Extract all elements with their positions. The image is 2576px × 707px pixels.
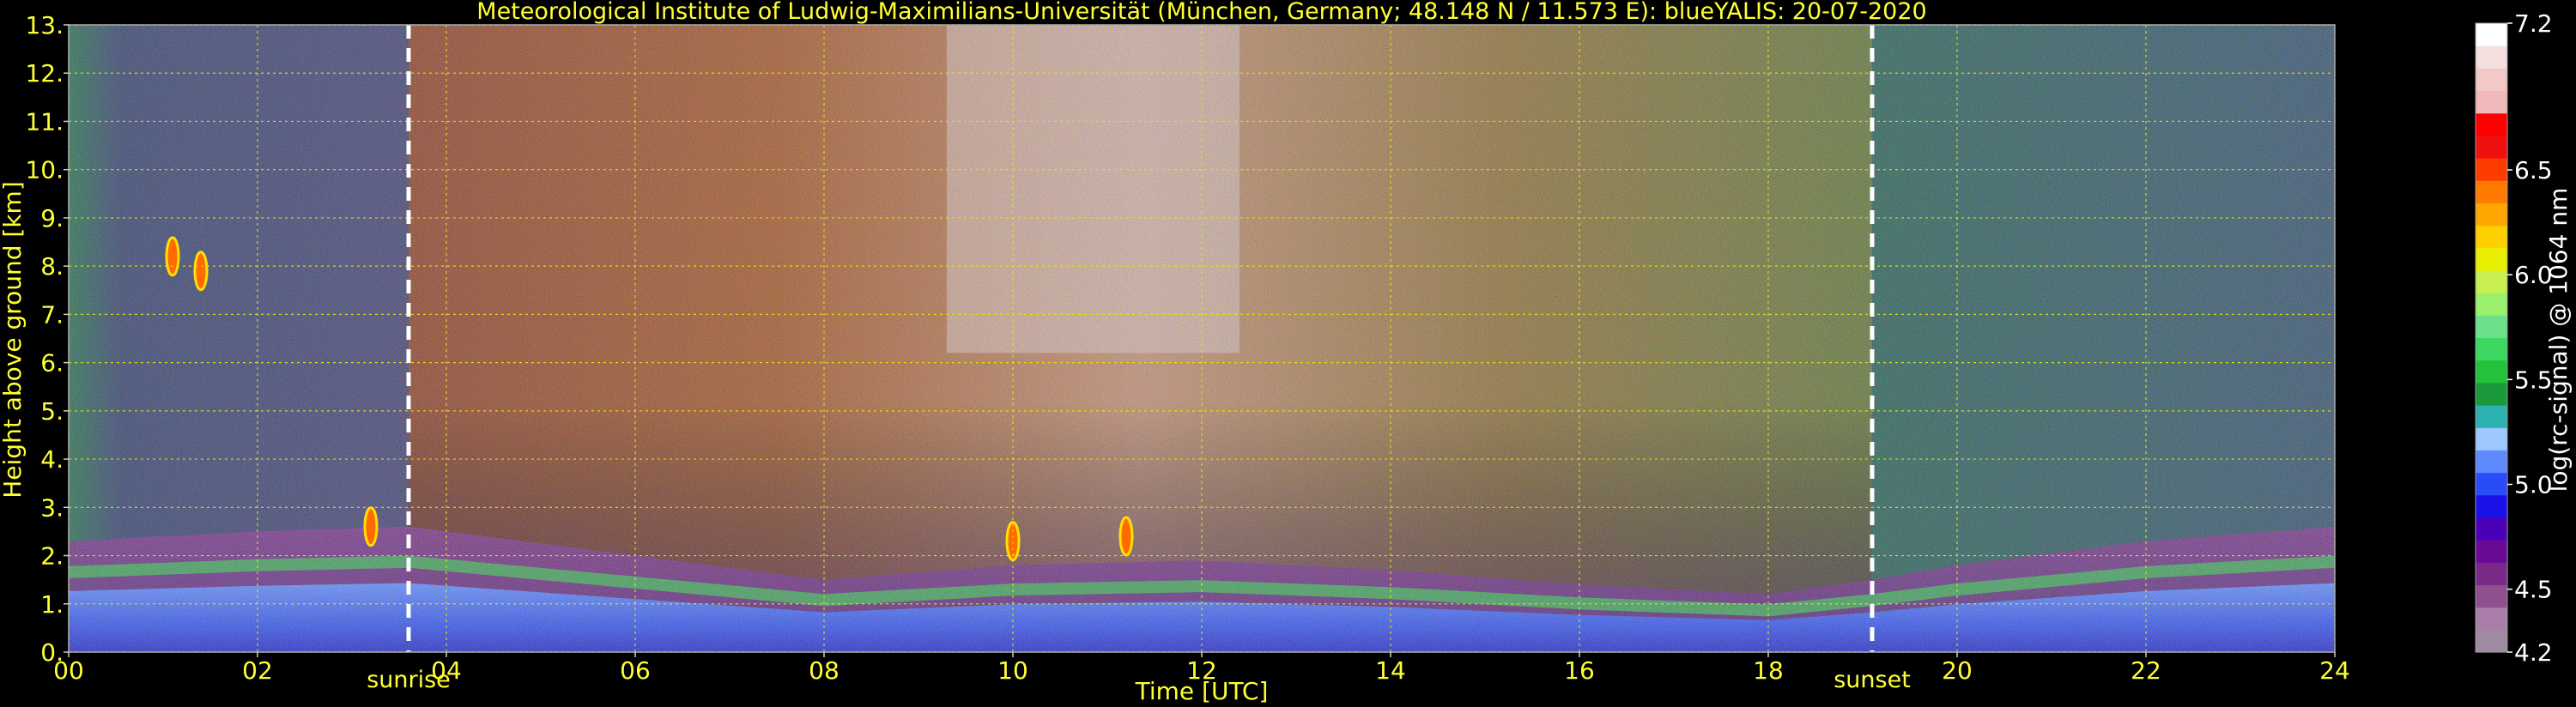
colorbar-segment: [2476, 405, 2507, 428]
colorbar-segment: [2476, 494, 2507, 518]
x-tick-label: 22: [2131, 656, 2161, 685]
colorbar-segment: [2476, 68, 2507, 92]
colorbar-segment: [2476, 135, 2507, 159]
y-tick-label: 5.: [40, 397, 64, 426]
y-tick-label: 12.: [25, 59, 64, 88]
x-tick-label: 06: [620, 656, 651, 685]
x-tick-label: 24: [2319, 656, 2350, 685]
colorbar-segment: [2476, 23, 2507, 46]
colorbar-segment: [2476, 293, 2507, 316]
colorbar-tick-label: 4.5: [2514, 576, 2553, 604]
cloud-mark: [1118, 516, 1134, 557]
colorbar-segment: [2476, 584, 2507, 608]
x-tick-label: 18: [1753, 656, 1784, 685]
colorbar-segment: [2476, 269, 2507, 293]
colorbar-segment: [2476, 540, 2507, 563]
annotation-label-sunset: sunset: [1834, 667, 1911, 693]
cloud-mark: [193, 251, 209, 292]
colorbar-tick-label: 6.5: [2514, 156, 2553, 184]
colorbar-segment: [2476, 382, 2507, 406]
x-tick-label: 20: [1942, 656, 1973, 685]
x-tick-label: 16: [1564, 656, 1595, 685]
chart-title: Meteorological Institute of Ludwig-Maxim…: [476, 0, 1926, 25]
x-tick-label: 04: [431, 656, 462, 685]
colorbar-segment: [2476, 607, 2507, 631]
colorbar-segment: [2476, 45, 2507, 69]
colorbar-segment: [2476, 517, 2507, 541]
colorbar-segment: [2476, 337, 2507, 361]
colorbar-segment: [2476, 225, 2507, 249]
colorbar-segment: [2476, 629, 2507, 653]
y-tick-label: 7.: [40, 300, 64, 329]
colorbar-segment: [2476, 360, 2507, 384]
colorbar-tick-label: 4.2: [2514, 638, 2553, 667]
y-tick-label: 0.: [40, 638, 64, 667]
colorbar-segment: [2476, 202, 2507, 227]
colorbar-segment: [2476, 450, 2507, 474]
x-tick-label: 02: [242, 656, 273, 685]
colorbar-segment: [2476, 112, 2507, 136]
colorbar-tick-label: 7.2: [2514, 9, 2553, 38]
colorbar-segment: [2476, 427, 2507, 450]
y-tick-label: 13.: [25, 11, 64, 39]
colorbar-segment: [2476, 315, 2507, 339]
y-tick-label: 11.: [25, 107, 64, 136]
colorbar-segment: [2476, 247, 2507, 271]
x-tick-label: 10: [997, 656, 1028, 685]
colorbar-segment: [2476, 180, 2507, 204]
x-tick-label: 14: [1375, 656, 1406, 685]
y-tick-label: 8.: [40, 252, 64, 281]
colorbar-segment: [2476, 90, 2507, 114]
cloud-mark: [165, 236, 180, 277]
colorbar-label: log(rc-signal) @ 1064 nm: [2544, 188, 2573, 492]
x-axis-label: Time [UTC]: [1135, 677, 1269, 705]
y-tick-label: 9.: [40, 204, 64, 233]
colorbar: [2475, 22, 2508, 653]
y-tick-label: 2.: [40, 542, 64, 571]
lidar-chart: Meteorological Institute of Ludwig-Maxim…: [0, 0, 2573, 705]
cloud-mark: [363, 506, 379, 547]
y-tick-label: 6.: [40, 349, 64, 378]
y-tick-label: 10.: [25, 156, 64, 184]
colorbar-segment: [2476, 562, 2507, 586]
y-axis-label: Height above ground [km]: [0, 181, 27, 499]
colorbar-segment: [2476, 472, 2507, 496]
y-tick-label: 3.: [40, 493, 64, 522]
y-axis: 0. 1. 2. 3. 4. 5. 6. 7. 8. 9. 10. 11. 12. 13.: [25, 11, 69, 667]
colorbar-segment: [2476, 158, 2507, 181]
y-tick-label: 1.: [40, 590, 64, 619]
x-tick-label: 08: [809, 656, 839, 685]
y-tick-label: 4.: [40, 445, 64, 474]
